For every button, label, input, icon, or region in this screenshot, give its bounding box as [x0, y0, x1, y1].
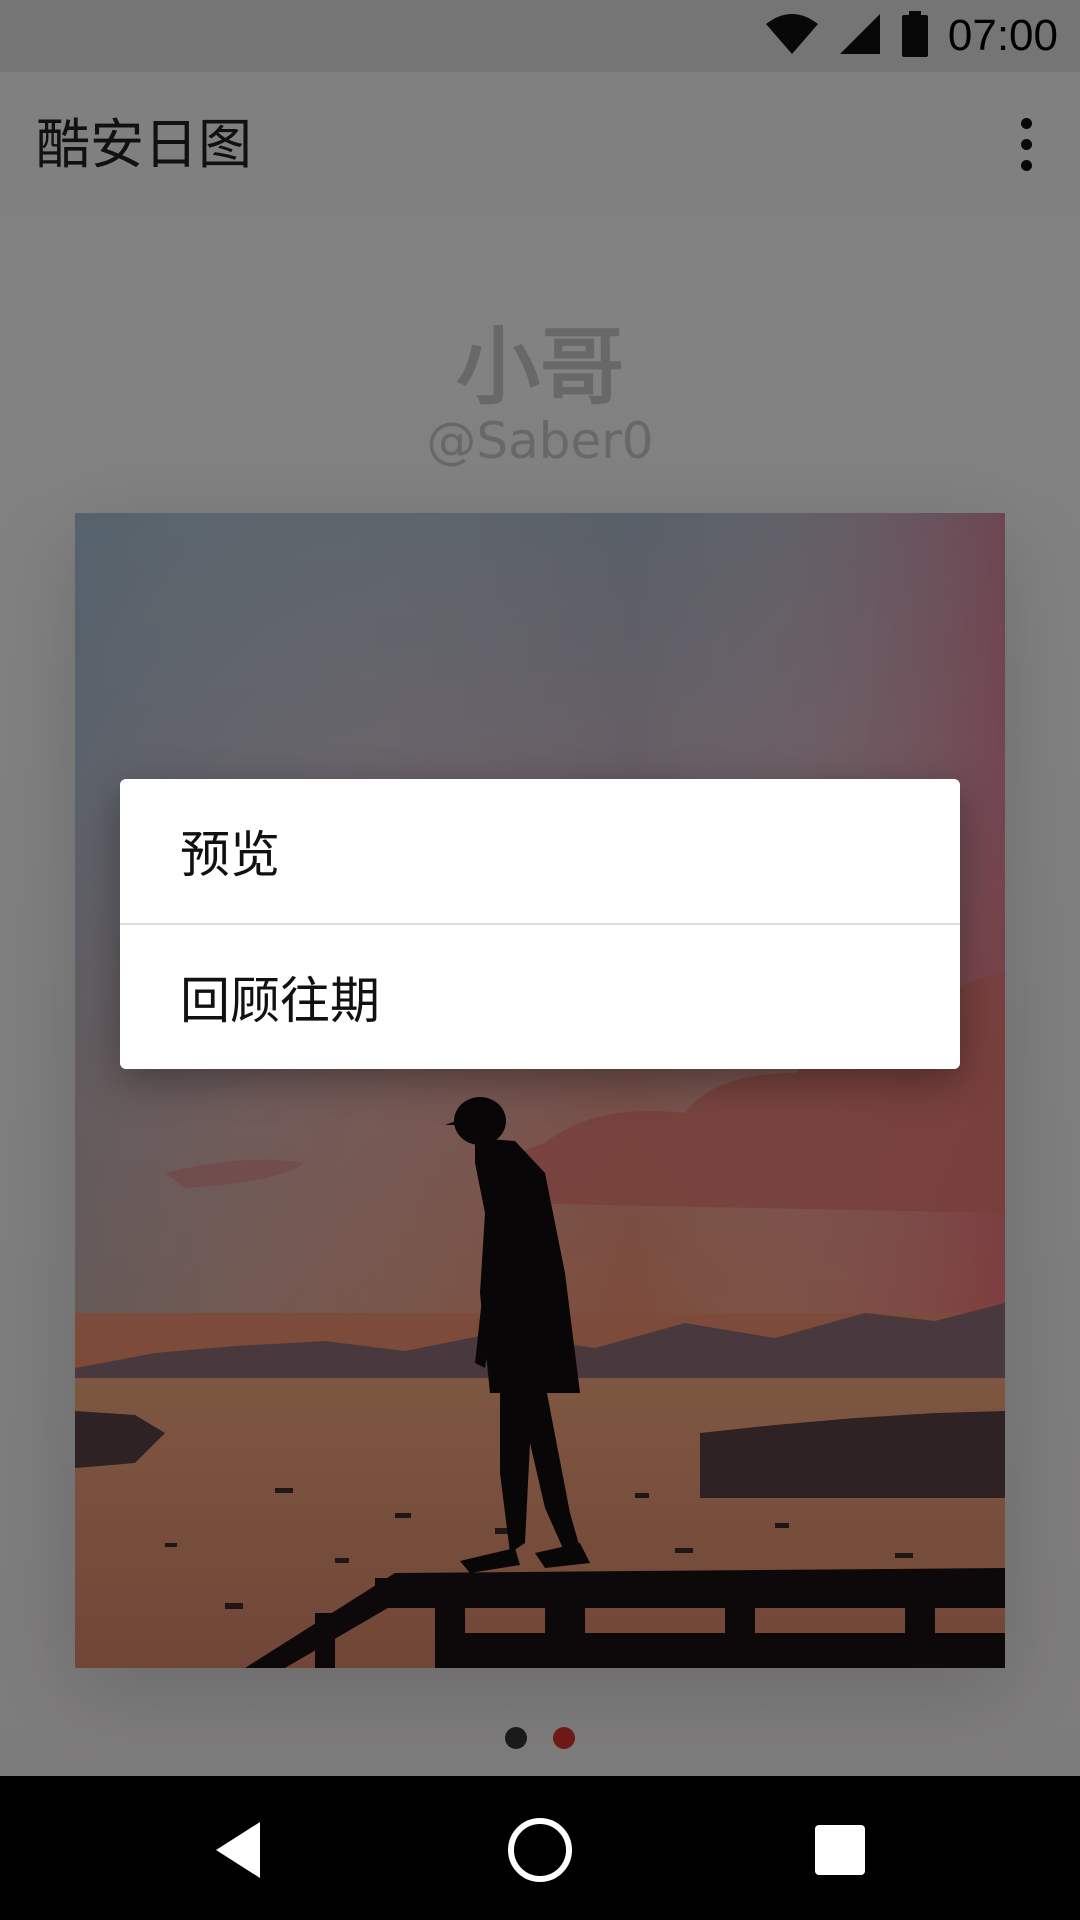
back-icon[interactable]: [200, 1810, 280, 1890]
preview-option[interactable]: 预览: [120, 779, 960, 923]
recents-icon[interactable]: [800, 1810, 880, 1890]
screen: 07:00 酷安日图 小哥 @Saber0 预览 回顾往期: [0, 0, 1080, 1920]
home-icon[interactable]: [500, 1810, 580, 1890]
navigation-bar: [0, 1776, 1080, 1920]
history-option[interactable]: 回顾往期: [120, 925, 960, 1069]
context-menu-dialog: 预览 回顾往期: [120, 779, 960, 1069]
